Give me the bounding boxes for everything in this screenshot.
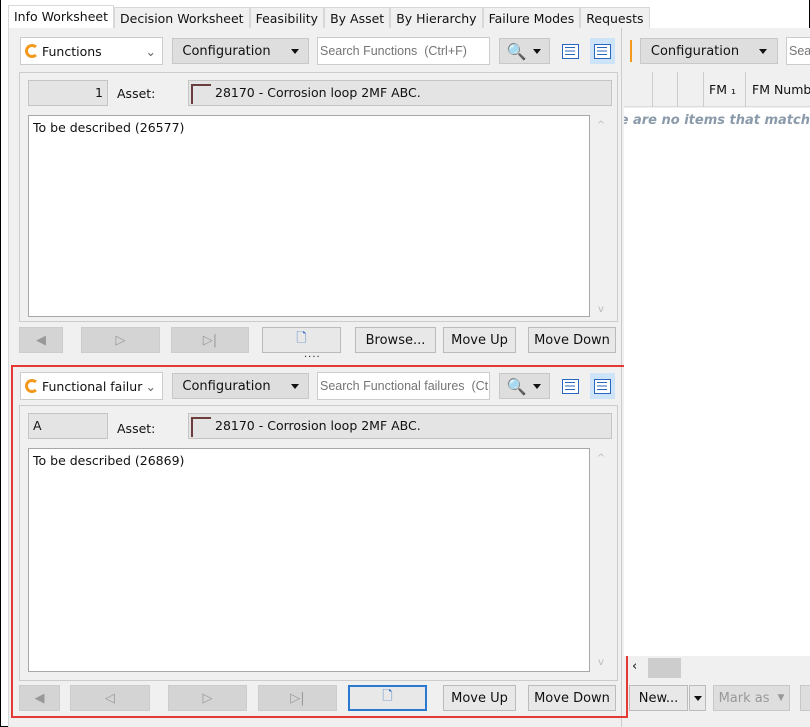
mark-as-dropdown[interactable]: Mark as ▼ bbox=[713, 685, 790, 711]
functional-failures-dropdown[interactable]: Functional failur ⌄ bbox=[20, 372, 163, 400]
configuration-label: Configuration bbox=[182, 43, 271, 59]
scroll-left-icon[interactable]: ‹ bbox=[632, 659, 637, 674]
tab-failure-modes[interactable]: Failure Modes bbox=[482, 7, 581, 30]
dropdown-arrow-icon bbox=[533, 383, 541, 389]
configuration-label: Configuration bbox=[650, 43, 740, 59]
search-functions-input[interactable] bbox=[317, 37, 490, 65]
dropdown-arrow-icon bbox=[693, 695, 702, 701]
asset-value: 28170 - Corrosion loop 2MF ABC. bbox=[215, 85, 421, 100]
grid-body: There are no items that match bbox=[624, 108, 810, 656]
asset-value: 28170 - Corrosion loop 2MF ABC. bbox=[215, 418, 421, 433]
detail-view-button[interactable] bbox=[590, 373, 615, 399]
detail-list-icon bbox=[594, 378, 611, 394]
failure-id-field[interactable]: A bbox=[28, 413, 108, 439]
grid-header: FM ₁ FM Number bbox=[624, 72, 810, 107]
tab-info-worksheet[interactable]: Info Worksheet bbox=[8, 5, 115, 30]
dropdown-arrow-icon bbox=[533, 48, 541, 54]
search-button[interactable]: 🔍 bbox=[499, 373, 550, 399]
empty-grid-message: There are no items that match bbox=[624, 113, 810, 128]
tab-bar: Info Worksheet Decision Worksheet Feasib… bbox=[8, 5, 650, 30]
browse-button[interactable]: Browse... bbox=[355, 327, 436, 353]
last-record-button[interactable]: ▷| bbox=[258, 685, 337, 711]
column-fm-number[interactable]: FM Number bbox=[745, 72, 810, 107]
dropdown-arrow-icon bbox=[290, 383, 299, 389]
magnifier-icon: 🔍 bbox=[506, 376, 527, 396]
tab-feasibility[interactable]: Feasibility bbox=[249, 7, 325, 30]
asset-field[interactable]: 28170 - Corrosion loop 2MF ABC. bbox=[188, 413, 612, 439]
list-icon bbox=[562, 378, 579, 394]
asset-label: Asset: bbox=[117, 86, 156, 101]
dropdown-arrow-icon bbox=[759, 48, 768, 54]
first-record-button[interactable]: ◀ bbox=[19, 685, 60, 711]
app-logo-icon bbox=[624, 40, 632, 62]
list-view-button[interactable] bbox=[558, 373, 583, 399]
move-down-button[interactable]: Move Down bbox=[528, 327, 616, 353]
function-description-textarea[interactable]: To be described (26577) bbox=[28, 115, 590, 317]
move-down-button[interactable]: Move Down bbox=[528, 685, 616, 711]
right-search-input[interactable] bbox=[786, 37, 810, 65]
search-button[interactable]: 🔍 bbox=[499, 38, 550, 64]
list-view-button[interactable] bbox=[558, 38, 583, 64]
configuration-button[interactable]: Configuration bbox=[172, 373, 309, 399]
chevron-down-icon: ⌄ bbox=[145, 43, 156, 59]
new-button[interactable]: New... bbox=[629, 685, 688, 711]
tab-requests[interactable]: Requests bbox=[580, 7, 650, 30]
new-dropdown-button[interactable] bbox=[689, 685, 706, 711]
app-logo-icon bbox=[25, 44, 39, 58]
move-up-button[interactable]: Move Up bbox=[443, 685, 516, 711]
scrollbar-thumb[interactable] bbox=[648, 658, 681, 678]
more-button[interactable] bbox=[800, 685, 810, 711]
horizontal-scrollbar[interactable]: ‹ bbox=[628, 658, 810, 678]
asset-icon bbox=[191, 416, 211, 437]
mark-as-label: Mark as bbox=[718, 690, 770, 706]
splitter-handle[interactable]: ···· bbox=[304, 352, 321, 363]
detail-list-icon bbox=[594, 43, 611, 59]
chevron-down-icon: ⌄ bbox=[145, 378, 156, 394]
configuration-button[interactable]: Configuration bbox=[172, 38, 309, 64]
last-record-button[interactable]: ▷| bbox=[171, 327, 249, 353]
new-document-button[interactable]: 🗋 bbox=[262, 327, 341, 353]
asset-icon bbox=[191, 83, 211, 104]
asset-field[interactable]: 28170 - Corrosion loop 2MF ABC. bbox=[188, 80, 612, 106]
new-document-icon: 🗋 bbox=[296, 331, 307, 346]
functions-dropdown[interactable]: Functions ⌄ bbox=[20, 37, 163, 65]
next-record-button[interactable]: ▷ bbox=[81, 327, 160, 353]
configuration-label: Configuration bbox=[182, 378, 271, 394]
list-icon bbox=[562, 43, 579, 59]
tab-decision-worksheet[interactable]: Decision Worksheet bbox=[114, 7, 250, 30]
new-document-button[interactable]: 🗋 bbox=[348, 685, 427, 711]
tab-by-hierarchy[interactable]: By Hierarchy bbox=[390, 7, 483, 30]
magnifier-icon: 🔍 bbox=[506, 41, 527, 61]
new-document-icon: 🗋 bbox=[382, 689, 393, 704]
previous-record-button[interactable]: ◁ bbox=[70, 685, 150, 711]
search-functional-failures-input[interactable] bbox=[317, 372, 490, 400]
right-configuration-button[interactable]: Configuration bbox=[640, 38, 778, 64]
move-up-button[interactable]: Move Up bbox=[443, 327, 516, 353]
column-fm[interactable]: FM ₁ bbox=[703, 72, 745, 107]
next-record-button[interactable]: ▷ bbox=[168, 685, 247, 711]
vertical-scrollbar[interactable]: ^ v bbox=[591, 453, 611, 668]
vertical-scrollbar[interactable]: ^ v bbox=[591, 120, 611, 315]
detail-view-button[interactable] bbox=[590, 38, 615, 64]
function-number-field[interactable]: 1 bbox=[28, 80, 108, 106]
app-logo-icon bbox=[25, 379, 39, 393]
dropdown-arrow-icon bbox=[290, 48, 299, 54]
failure-description-textarea[interactable]: To be described (26869) bbox=[28, 448, 590, 672]
first-record-button[interactable]: ◀ bbox=[19, 327, 63, 353]
dropdown-label: Functions bbox=[42, 43, 102, 59]
asset-label: Asset: bbox=[117, 421, 156, 436]
dropdown-label: Functional failur bbox=[42, 378, 143, 394]
tab-by-asset[interactable]: By Asset bbox=[324, 7, 391, 30]
